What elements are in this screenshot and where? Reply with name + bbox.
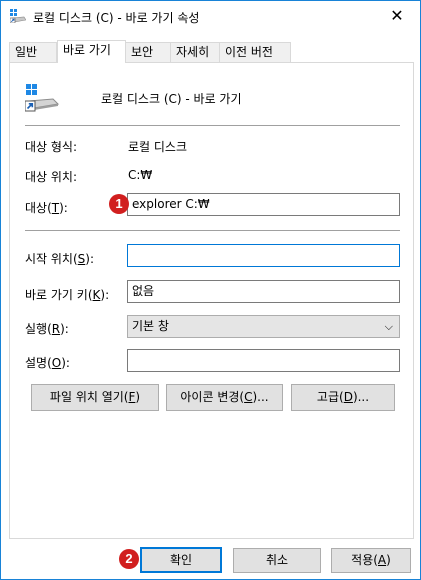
advanced-end: )... [352, 390, 370, 404]
window-title: 로컬 디스크 (C) - 바로 가기 속성 [33, 11, 200, 25]
comment-label-end: ): [61, 356, 70, 370]
start-in-field[interactable] [127, 244, 400, 267]
change-icon-end: )... [252, 390, 269, 404]
drive-shortcut-icon [25, 84, 59, 112]
close-icon: ✕ [390, 6, 404, 25]
comment-label-text: 설명( [25, 356, 52, 370]
chevron-down-icon: ⌵ [384, 320, 393, 333]
change-icon-text: 아이콘 변경( [180, 390, 245, 404]
ok-button[interactable]: 확인 [140, 547, 222, 573]
run-select[interactable]: 기본 창 ⌵ [127, 315, 400, 338]
target-type-label: 대상 형식: [25, 140, 78, 154]
advanced-text: 고급( [316, 390, 344, 404]
start-in-label-end: ): [85, 252, 95, 266]
start-in-label-text: 시작 위치( [25, 252, 78, 266]
tab-label: 보안 [131, 45, 154, 59]
comment-label-key: O [51, 356, 62, 370]
run-select-value: 기본 창 [132, 319, 169, 333]
tab-security[interactable]: 보안 [125, 42, 171, 62]
tab-label: 자세히 [176, 45, 210, 59]
tab-previous-versions[interactable]: 이전 버전 [219, 42, 291, 62]
properties-dialog: 로컬 디스크 (C) - 바로 가기 속성 ✕ 일반 바로 가기 보안 자세히 … [0, 0, 421, 580]
advanced-key: D [343, 390, 353, 404]
open-file-location-button[interactable]: 파일 위치 열기(F) [31, 384, 159, 411]
start-in-label: 시작 위치(S): [25, 250, 94, 267]
run-label-end: ): [60, 322, 69, 336]
divider [25, 125, 400, 126]
tab-label: 이전 버전 [225, 45, 273, 59]
run-label-key: R [51, 322, 61, 336]
tab-shortcut[interactable]: 바로 가기 [57, 40, 126, 63]
run-label: 실행(R): [25, 320, 69, 337]
tab-general[interactable]: 일반 [9, 42, 57, 62]
drive-shortcut-icon [10, 9, 26, 23]
apply-button[interactable]: 적용(A) [331, 548, 411, 573]
target-field[interactable]: explorer C:₩ [127, 193, 400, 216]
title-bar[interactable]: 로컬 디스크 (C) - 바로 가기 속성 ✕ [1, 1, 420, 31]
shortcut-key-label: 바로 가기 키(K): [25, 286, 109, 303]
shortcut-panel: 로컬 디스크 (C) - 바로 가기 대상 형식: 로컬 디스크 대상 위치: … [9, 62, 414, 539]
tab-label: 일반 [15, 45, 38, 59]
target-label: 대상(T): [25, 199, 68, 216]
target-label-key: T [51, 201, 60, 215]
target-label-end: ): [59, 201, 68, 215]
open-location-text: 파일 위치 열기( [49, 390, 129, 404]
shortcut-key-field[interactable]: 없음 [127, 280, 400, 303]
shortcut-key-label-end: ): [100, 288, 110, 302]
close-button[interactable]: ✕ [374, 1, 420, 31]
apply-end: ) [386, 553, 391, 567]
open-location-end: ) [135, 390, 141, 404]
annotation-badge-1: 1 [109, 194, 129, 214]
run-label-text: 실행( [25, 322, 52, 336]
advanced-button[interactable]: 고급(D)... [291, 384, 395, 411]
comment-label: 설명(O): [25, 354, 70, 371]
shortcut-key-label-text: 바로 가기 키( [25, 288, 93, 302]
target-location-label: 대상 위치: [25, 170, 78, 184]
apply-key: A [377, 553, 387, 567]
tab-label: 바로 가기 [63, 43, 111, 57]
target-type-value: 로컬 디스크 [128, 140, 188, 154]
comment-field[interactable] [127, 349, 400, 372]
shortcut-name: 로컬 디스크 (C) - 바로 가기 [101, 92, 242, 106]
cancel-button[interactable]: 취소 [233, 548, 321, 573]
apply-text: 적용( [351, 553, 378, 567]
divider [25, 230, 400, 231]
change-icon-button[interactable]: 아이콘 변경(C)... [166, 384, 283, 411]
target-location-value: C:₩ [128, 168, 153, 182]
target-label-text: 대상( [25, 201, 52, 215]
annotation-badge-2: 2 [119, 549, 139, 569]
